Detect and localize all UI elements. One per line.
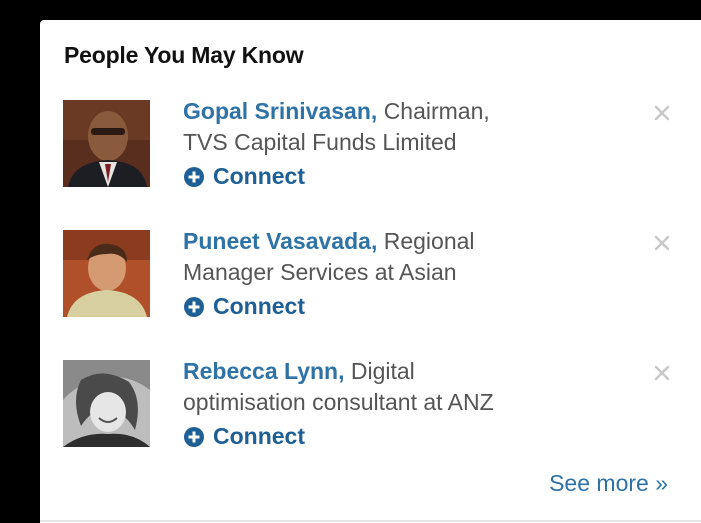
connect-button[interactable]: Connect xyxy=(183,291,305,322)
see-more-link[interactable]: See more » xyxy=(549,470,668,497)
person-headline: Regional xyxy=(383,228,475,254)
avatar[interactable] xyxy=(63,230,150,317)
plus-circle-icon xyxy=(184,296,204,317)
avatar[interactable] xyxy=(63,100,150,187)
divider xyxy=(40,520,701,522)
person-name-link[interactable]: Puneet Vasavada, xyxy=(183,228,377,254)
connect-label: Connect xyxy=(213,423,305,449)
person-headline-line2: optimisation consultant at ANZ xyxy=(183,389,494,415)
avatar[interactable] xyxy=(63,360,150,447)
person-name-link[interactable]: Gopal Srinivasan, xyxy=(183,98,377,124)
connect-button[interactable]: Connect xyxy=(183,421,305,452)
close-icon[interactable] xyxy=(653,364,671,382)
close-icon[interactable] xyxy=(653,234,671,252)
panel-title: People You May Know xyxy=(64,42,304,68)
person-card: Puneet Vasavada, Regional Manager Servic… xyxy=(63,226,683,346)
connect-button[interactable]: Connect xyxy=(183,161,305,192)
close-icon[interactable] xyxy=(653,104,671,122)
person-info: Gopal Srinivasan, Chairman, TVS Capital … xyxy=(183,96,603,196)
plus-circle-icon xyxy=(184,426,204,447)
person-headline: Digital xyxy=(350,358,415,384)
connect-label: Connect xyxy=(213,163,305,189)
person-headline-line2: TVS Capital Funds Limited xyxy=(183,129,457,155)
person-headline: Chairman, xyxy=(383,98,490,124)
connect-label: Connect xyxy=(213,293,305,319)
person-name-link[interactable]: Rebecca Lynn, xyxy=(183,358,344,384)
person-card: Gopal Srinivasan, Chairman, TVS Capital … xyxy=(63,96,683,216)
person-info: Puneet Vasavada, Regional Manager Servic… xyxy=(183,226,603,326)
people-you-may-know-panel: People You May Know Gopal Srinivasan, Ch… xyxy=(40,20,701,523)
person-card: Rebecca Lynn, Digital optimisation consu… xyxy=(63,356,683,476)
person-headline-line2: Manager Services at Asian xyxy=(183,259,457,285)
person-info: Rebecca Lynn, Digital optimisation consu… xyxy=(183,356,603,456)
plus-circle-icon xyxy=(184,166,204,187)
